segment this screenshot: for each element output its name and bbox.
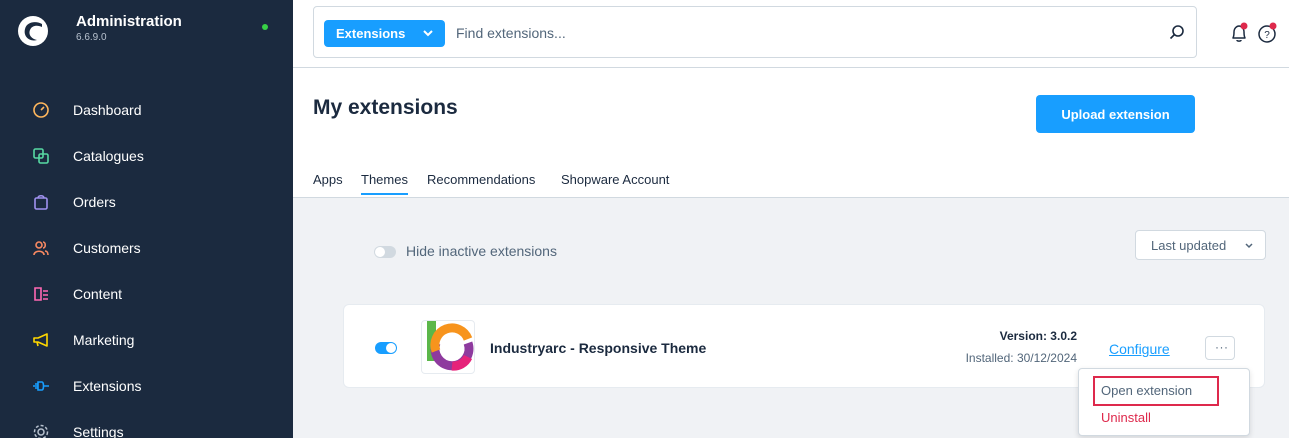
search-icon[interactable] (1168, 24, 1186, 42)
tab-themes[interactable]: Themes (361, 172, 408, 195)
extension-installed-date: Installed: 30/12/2024 (965, 351, 1077, 365)
upload-extension-button[interactable]: Upload extension (1036, 95, 1195, 133)
customers-icon (33, 241, 49, 256)
more-icon: ··· (1215, 340, 1229, 354)
sidebar: Administration 6.6.9.0 Dashboard Catalog… (0, 0, 293, 438)
menu-item-open-extension[interactable]: Open extension (1093, 376, 1219, 406)
page-title: My extensions (313, 96, 458, 119)
sidebar-item-label: Catalogues (73, 148, 144, 164)
app-version: 6.6.9.0 (76, 32, 107, 43)
sidebar-item-dashboard[interactable]: Dashboard (0, 88, 293, 134)
marketing-icon (33, 333, 48, 347)
search-type-label: Extensions (336, 26, 406, 41)
hide-inactive-label: Hide inactive extensions (406, 243, 557, 259)
brand-header[interactable]: Administration 6.6.9.0 (0, 0, 293, 64)
shopware-logo-icon (18, 16, 48, 46)
sidebar-item-extensions[interactable]: Extensions (0, 364, 293, 410)
notification-bell-icon[interactable] (1228, 22, 1250, 44)
dashboard-icon (33, 102, 49, 118)
sidebar-item-label: Dashboard (73, 102, 142, 118)
sidebar-item-label: Marketing (73, 332, 135, 348)
sidebar-item-label: Settings (73, 424, 124, 438)
extension-name: Industryarc - Responsive Theme (490, 340, 707, 356)
sidebar-item-customers[interactable]: Customers (0, 226, 293, 272)
sidebar-item-label: Content (73, 286, 123, 302)
sort-select[interactable]: Last updated (1135, 230, 1266, 260)
sort-select-value: Last updated (1151, 238, 1227, 253)
extension-logo (421, 320, 475, 374)
tab-apps[interactable]: Apps (313, 172, 343, 187)
sidebar-item-marketing[interactable]: Marketing (0, 318, 293, 364)
tab-shopware-account[interactable]: Shopware Account (561, 172, 669, 187)
catalogues-icon (33, 148, 49, 164)
sidebar-item-settings[interactable]: Settings (0, 410, 293, 438)
chevron-down-icon (1245, 243, 1253, 249)
extensions-icon (33, 381, 49, 391)
tab-recommendations[interactable]: Recommendations (427, 172, 535, 187)
page-header: My extensions Upload extension Apps Them… (293, 68, 1289, 198)
more-actions-button[interactable]: ··· (1205, 336, 1235, 360)
content-icon (34, 287, 48, 301)
help-icon[interactable]: ? (1255, 20, 1281, 46)
sidebar-item-orders[interactable]: Orders (0, 180, 293, 226)
configure-link[interactable]: Configure (1109, 341, 1170, 357)
global-search: Extensions (313, 6, 1197, 58)
chevron-down-icon (423, 30, 433, 37)
svg-text:?: ? (1264, 30, 1270, 41)
extension-context-menu: Open extension Uninstall (1078, 368, 1250, 436)
orders-icon (34, 194, 48, 210)
sidebar-item-label: Orders (73, 194, 116, 210)
menu-item-uninstall[interactable]: Uninstall (1101, 410, 1151, 425)
settings-icon (33, 424, 49, 438)
hide-inactive-toggle[interactable] (374, 246, 396, 258)
top-bar: Extensions ? (293, 0, 1289, 68)
extension-active-toggle[interactable] (375, 342, 397, 354)
sidebar-item-content[interactable]: Content (0, 272, 293, 318)
app-title: Administration (76, 13, 182, 30)
sidebar-item-label: Extensions (73, 378, 142, 394)
sidebar-item-catalogues[interactable]: Catalogues (0, 134, 293, 180)
extension-version: Version: 3.0.2 (999, 329, 1077, 343)
search-type-dropdown[interactable]: Extensions (324, 20, 445, 47)
search-input[interactable] (456, 21, 1116, 45)
sidebar-item-label: Customers (73, 240, 141, 256)
industryarc-logo-icon (427, 321, 474, 371)
online-status-dot (262, 24, 268, 30)
